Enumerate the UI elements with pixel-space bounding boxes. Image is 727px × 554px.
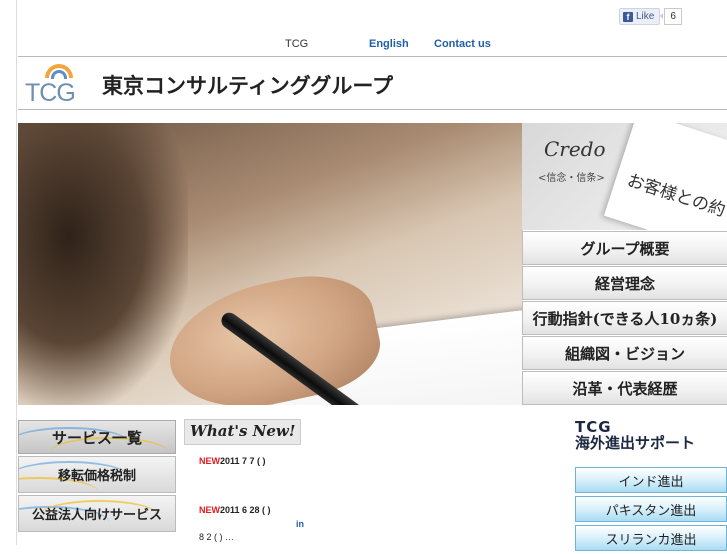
menu-item-guidelines[interactable]: 行動指針(できる人10ヵ条) bbox=[522, 301, 727, 335]
company-name: 東京コンサルティンググループ bbox=[102, 73, 394, 98]
overseas-item-india[interactable]: インド進出 bbox=[575, 467, 727, 493]
news-item[interactable]: NEW2011 7 7 ( ) bbox=[199, 456, 266, 466]
news-item[interactable]: NEW2011 6 28 ( ) bbox=[199, 505, 271, 515]
new-badge: NEW bbox=[199, 505, 220, 515]
service-transfer-pricing[interactable]: 移転価格税制 bbox=[18, 456, 176, 493]
like-label: Like bbox=[636, 11, 655, 22]
credo-title: Credo bbox=[544, 137, 606, 161]
menu-item-history[interactable]: 沿革・代表経歴 bbox=[522, 371, 727, 405]
logo-inner-arc-icon bbox=[51, 70, 67, 79]
services-heading-label: サービス一覧 bbox=[51, 428, 142, 447]
menu-item-group-overview[interactable]: グループ概要 bbox=[522, 231, 727, 265]
nav-tcg-link[interactable]: TCG bbox=[285, 38, 308, 50]
page-left-rule bbox=[16, 0, 17, 545]
service-public-interest[interactable]: 公益法人向けサービス bbox=[18, 495, 176, 532]
overseas-item-pakistan[interactable]: パキスタン進出 bbox=[575, 496, 727, 522]
overseas-title-line2: 海外進出サポート bbox=[575, 433, 696, 452]
news-link-fragment[interactable]: in bbox=[296, 519, 304, 529]
facebook-like-widget: f Like 6 bbox=[619, 8, 682, 25]
hero-image bbox=[18, 123, 523, 405]
site-header: TCG 東京コンサルティンググループ bbox=[18, 56, 727, 110]
tcg-logo[interactable]: TCG bbox=[23, 61, 91, 107]
whats-new-title: What's New! bbox=[184, 419, 302, 445]
news-text-line: 8 2 ( ) … bbox=[199, 532, 235, 542]
services-sidebar: サービス一覧 移転価格税制 公益法人向けサービス bbox=[18, 420, 176, 532]
overseas-menu: インド進出 パキスタン進出 スリランカ進出 bbox=[575, 467, 727, 554]
new-badge: NEW bbox=[199, 456, 220, 466]
overseas-item-srilanka[interactable]: スリランカ進出 bbox=[575, 525, 727, 551]
service-label: 移転価格税制 bbox=[57, 469, 136, 484]
facebook-like-button[interactable]: f Like bbox=[619, 8, 661, 25]
credo-banner[interactable]: お客様との約 Credo <信念・信条> bbox=[522, 123, 727, 230]
like-count: 6 bbox=[660, 8, 682, 25]
nav-english-link[interactable]: English bbox=[369, 38, 409, 50]
service-label: 公益法人向けサービス bbox=[31, 508, 162, 523]
menu-item-philosophy[interactable]: 経営理念 bbox=[522, 266, 727, 300]
facebook-icon: f bbox=[623, 11, 633, 22]
nav-contact-link[interactable]: Contact us bbox=[434, 38, 491, 50]
news-date: 2011 7 7 ( ) bbox=[220, 456, 266, 466]
services-heading: サービス一覧 bbox=[18, 420, 176, 454]
about-menu: グループ概要 経営理念 行動指針(できる人10ヵ条) 組織図・ビジョン 沿革・代… bbox=[522, 231, 727, 406]
overseas-title: TCG 海外進出サポート bbox=[575, 419, 696, 452]
news-date: 2011 6 28 ( ) bbox=[220, 505, 271, 515]
hero-shadow bbox=[18, 123, 188, 405]
logo-text: TCG bbox=[25, 79, 76, 107]
credo-subtitle: <信念・信条> bbox=[538, 173, 605, 184]
menu-item-organization[interactable]: 組織図・ビジョン bbox=[522, 336, 727, 370]
